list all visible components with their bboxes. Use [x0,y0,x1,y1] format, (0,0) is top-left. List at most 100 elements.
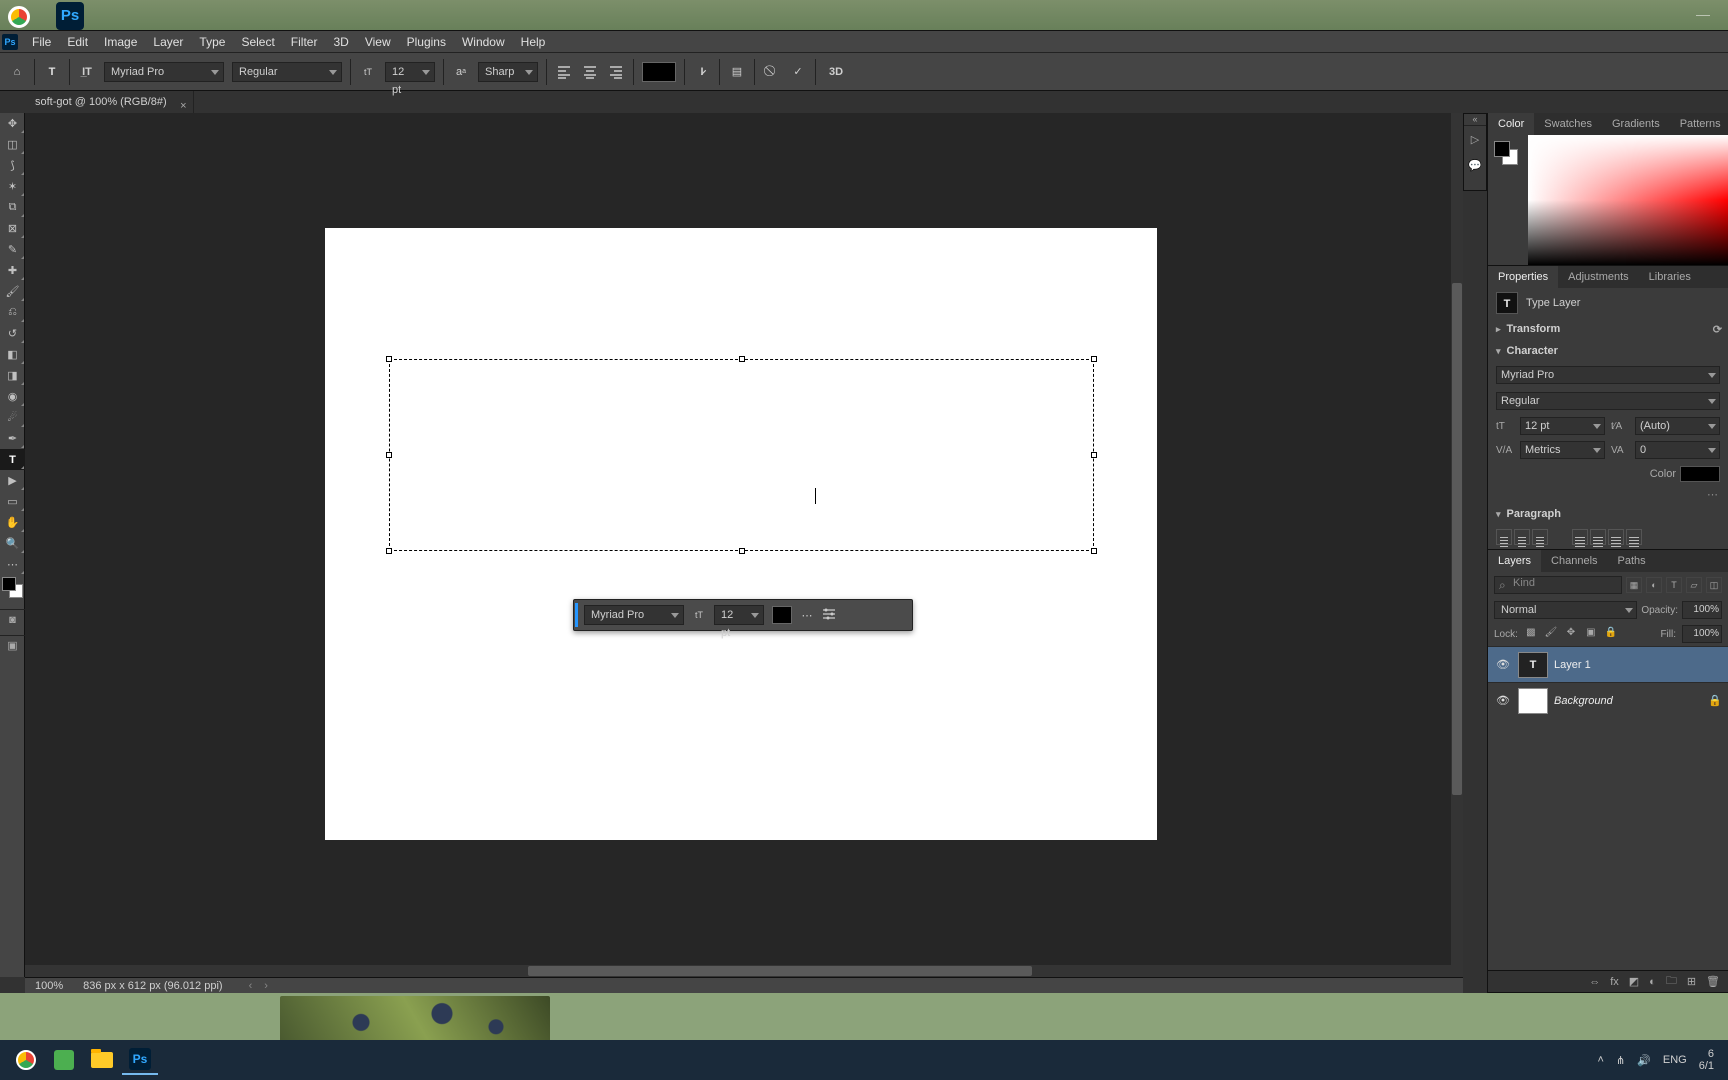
ctx-font-family-select[interactable]: Myriad Pro [584,605,684,625]
zoom-level[interactable]: 100% [35,980,83,992]
document-tab[interactable]: soft-got @ 100% (RGB/8#) × [25,91,194,113]
move-tool[interactable]: ✥ [0,113,25,134]
lock-all-icon[interactable]: 🔒 [1604,627,1618,641]
expand-panel-icon[interactable]: « [1464,114,1486,126]
section-transform[interactable]: ▸ Transform ⟳ [1488,318,1728,340]
type-tool[interactable]: T [0,449,25,470]
font-family-select[interactable]: Myriad Pro [104,62,224,82]
crop-tool[interactable]: ⧉ [0,197,25,218]
reset-icon[interactable]: ⟳ [1713,323,1722,336]
handle-bl[interactable] [386,548,392,554]
fill-value[interactable]: 100% [1682,625,1722,643]
menu-plugins[interactable]: Plugins [399,35,454,49]
group-icon[interactable]: 🗀 [1666,972,1677,991]
eraser-tool[interactable]: ◧ [0,344,25,365]
char-kerning[interactable]: Metrics [1520,441,1605,459]
path-select-tool[interactable]: ▶ [0,470,25,491]
char-tracking[interactable]: 0 [1635,441,1720,459]
history-panel-icon[interactable]: ▷ [1464,126,1486,152]
eyedropper-tool[interactable]: ✎ [0,239,25,260]
visibility-toggle[interactable]: 👁 [1494,658,1512,671]
handle-tm[interactable] [739,356,745,362]
comments-panel-icon[interactable]: 💬 [1464,152,1486,178]
color-spectrum[interactable] [1528,135,1728,265]
tray-chevron-icon[interactable]: ˄ [1598,1054,1604,1066]
char-font-style[interactable]: Regular [1496,392,1720,410]
align-left-button[interactable] [551,59,577,85]
para-align-left[interactable] [1496,529,1512,545]
para-justify-right[interactable] [1608,529,1624,545]
para-align-center[interactable] [1514,529,1530,545]
ctx-settings-button[interactable] [818,607,840,624]
layer-item-background[interactable]: 👁 Background 🔒 [1488,682,1728,718]
section-character[interactable]: ▾ Character [1488,340,1728,362]
document-canvas[interactable]: Myriad Pro tT 12 pt ⋯ [325,228,1157,840]
ctx-font-size-select[interactable]: 12 pt [714,605,764,625]
horizontal-scrollbar[interactable] [25,965,1463,977]
history-brush-tool[interactable]: ↺ [0,323,25,344]
text-bounding-box[interactable] [389,359,1094,551]
panel-fgbg-swatch[interactable] [1494,141,1520,167]
tab-color[interactable]: Color [1488,113,1534,135]
taskbar-photoshop-icon[interactable]: Ps [122,1045,158,1075]
quick-select-tool[interactable]: ✶ [0,176,25,197]
gradient-tool[interactable]: ◨ [0,365,25,386]
quick-mask-button[interactable]: ◙ [0,609,25,629]
tab-libraries[interactable]: Libraries [1639,266,1701,288]
link-layers-icon[interactable]: ⇔ [1589,976,1600,988]
visibility-toggle[interactable]: 👁 [1494,694,1512,707]
status-prev-arrow[interactable]: ‹ [243,980,259,992]
shape-tool[interactable]: ▭ [0,491,25,512]
toggle-orientation-icon[interactable]: I̲T [74,59,100,85]
tab-adjustments[interactable]: Adjustments [1558,266,1639,288]
heal-tool[interactable]: ✚ [0,260,25,281]
tab-gradients[interactable]: Gradients [1602,113,1670,135]
canvas-viewport[interactable]: Soft.c Myriad Pro tT 12 pt ⋯ [25,113,1463,977]
tray-volume-icon[interactable]: 🔊 [1637,1054,1651,1067]
layer-item-1[interactable]: 👁 T Layer 1 [1488,646,1728,682]
opacity-value[interactable]: 100% [1682,601,1722,619]
layer-name[interactable]: Background [1554,695,1613,707]
layer-name[interactable]: Layer 1 [1554,659,1591,671]
char-size[interactable]: 12 pt [1520,417,1605,435]
os-taskbar[interactable]: Ps ˄ ⋔ 🔊 ENG 6 6/1 [0,1040,1728,1080]
commit-edit-button[interactable]: ✓ [785,59,811,85]
type-tool-indicator-icon[interactable]: T [39,59,65,85]
menu-window[interactable]: Window [454,35,513,49]
adjustment-layer-icon[interactable]: ◐ [1649,976,1656,988]
font-style-select[interactable]: Regular [232,62,342,82]
menu-image[interactable]: Image [96,35,145,49]
lasso-tool[interactable]: ⟆ [0,155,25,176]
status-next-arrow[interactable]: › [258,980,274,992]
char-color-swatch[interactable] [1680,466,1720,482]
character-panel-button[interactable]: ▤ [724,59,750,85]
lock-transparency-icon[interactable]: ▩ [1524,627,1538,641]
pen-tool[interactable]: ✒ [0,428,25,449]
text-color-swatch[interactable] [642,62,676,82]
menu-edit[interactable]: Edit [59,35,96,49]
menu-view[interactable]: View [357,35,399,49]
new-layer-icon[interactable]: ⊞ [1687,975,1696,988]
handle-ml[interactable] [386,452,392,458]
marquee-tool[interactable]: ◫ [0,134,25,155]
ctx-more-button[interactable]: ⋯ [796,609,818,622]
tray-language[interactable]: ENG [1663,1054,1687,1066]
tab-patterns[interactable]: Patterns [1670,113,1728,135]
blur-tool[interactable]: ◉ [0,386,25,407]
ctx-color-swatch[interactable] [772,606,792,624]
stamp-tool[interactable]: ⎌ [0,302,25,323]
menu-file[interactable]: File [24,35,59,49]
warp-text-button[interactable]: I̷ [689,59,715,85]
menu-select[interactable]: Select [233,35,282,49]
tray-clock[interactable]: 6 6/1 [1699,1048,1714,1072]
collapsed-panel-strip[interactable]: « ▷ 💬 [1463,113,1487,191]
cancel-edit-button[interactable]: ⃠ [759,59,785,85]
tab-paths[interactable]: Paths [1608,550,1656,572]
home-button[interactable]: ⌂ [4,59,30,85]
layer-fx-icon[interactable]: fx [1610,976,1619,988]
para-justify-all[interactable] [1626,529,1642,545]
filter-smart-icon[interactable]: ◫ [1706,577,1722,593]
align-center-button[interactable] [577,59,603,85]
char-font-family[interactable]: Myriad Pro [1496,366,1720,384]
hand-tool[interactable]: ✋ [0,512,25,533]
